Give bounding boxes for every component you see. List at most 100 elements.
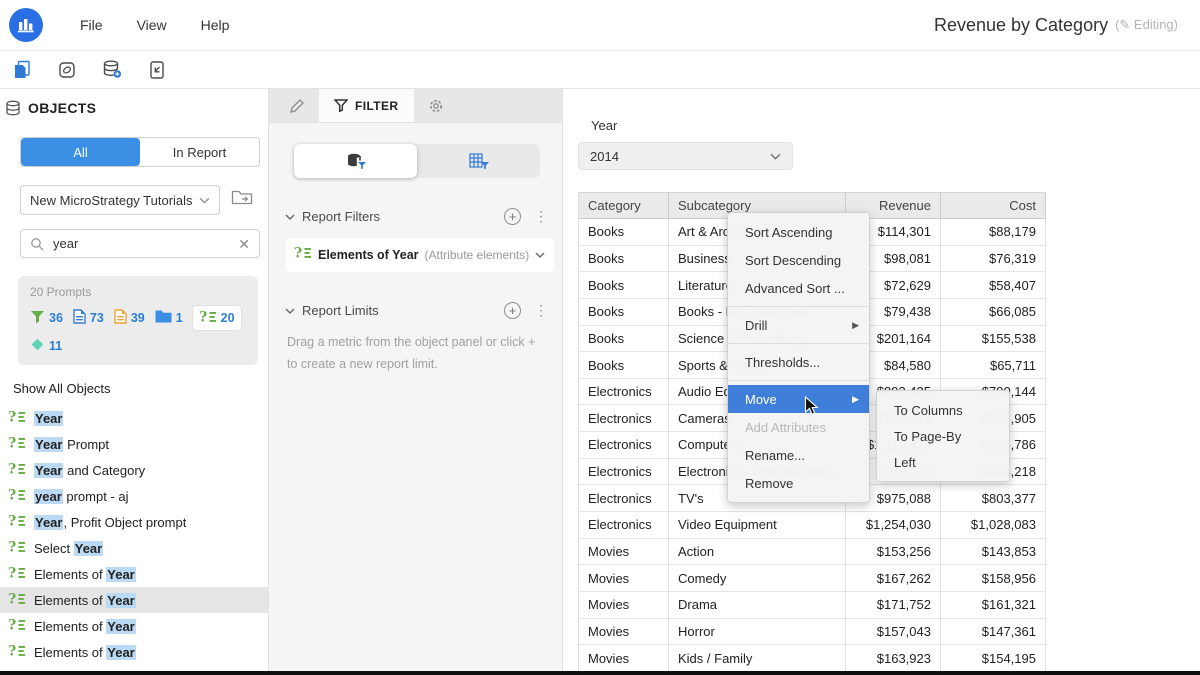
menu-item-remove[interactable]: Remove [728,469,869,497]
object-list-item[interactable]: ?Select Year [0,535,268,561]
column-header-category[interactable]: Category [579,193,669,218]
badge-report[interactable]: 73 [73,309,104,327]
cell-cost[interactable]: $66,085 [941,299,1046,325]
tab-settings[interactable] [414,89,458,122]
object-list-item[interactable]: ?Year, Profit Object prompt [0,509,268,535]
cell-category[interactable]: Electronics [579,432,669,458]
cell-category[interactable]: Electronics [579,459,669,485]
cell-category[interactable]: Movies [579,539,669,565]
cell-category[interactable]: Books [579,326,669,352]
object-list-item[interactable]: ?Year [0,405,268,431]
menu-item-sort-ascending[interactable]: Sort Ascending [728,218,869,246]
menu-item-thresholds[interactable]: Thresholds... [728,348,869,376]
submenu-item-to-columns[interactable]: To Columns [877,397,1009,423]
cell-category[interactable]: Books [579,219,669,245]
badge-filter[interactable]: 36 [30,310,63,327]
cell-subcategory[interactable]: Horror [669,619,846,645]
badge-attribute[interactable]: 11 [30,337,62,355]
cell-revenue[interactable]: $153,256 [846,539,941,565]
data-filter-toggle[interactable] [294,144,417,178]
view-filter-toggle[interactable] [417,144,540,178]
cell-cost[interactable]: $58,407 [941,272,1046,298]
objects-tab-in-report[interactable]: In Report [140,138,259,166]
cell-cost[interactable]: $76,319 [941,246,1046,272]
project-folder-dropdown[interactable]: New MicroStrategy Tutorials [20,185,220,215]
object-list-item[interactable]: ?Elements of Year [0,587,268,613]
cell-cost[interactable]: $154,195 [941,645,1046,671]
menu-item-rename[interactable]: Rename... [728,441,869,469]
cell-category[interactable]: Electronics [579,512,669,538]
send-report-icon[interactable] [146,59,168,81]
menu-file[interactable]: File [63,0,120,50]
cell-cost[interactable]: $158,956 [941,565,1046,591]
clear-search-icon[interactable]: ✕ [238,237,250,251]
collapse-chevron-icon[interactable] [285,308,295,314]
cell-subcategory[interactable]: Drama [669,592,846,618]
badge-prompt[interactable]: ?20 [193,306,241,330]
cell-category[interactable]: Electronics [579,379,669,405]
filters-more-menu-icon[interactable]: ⋮ [534,208,548,225]
cell-cost[interactable]: $147,361 [941,619,1046,645]
cell-category[interactable]: Movies [579,645,669,671]
cell-category[interactable]: Movies [579,565,669,591]
cell-cost[interactable]: $1,028,083 [941,512,1046,538]
filter-item-card[interactable]: ? Elements of Year (Attribute elements) [286,238,554,272]
badge-document[interactable]: 39 [114,309,145,327]
menu-help[interactable]: Help [184,0,247,50]
cell-cost[interactable]: $155,538 [941,326,1046,352]
limits-more-menu-icon[interactable]: ⋮ [534,302,548,319]
cell-cost[interactable]: $161,321 [941,592,1046,618]
tab-filter[interactable]: FILTER [319,89,414,122]
collapse-chevron-icon[interactable] [285,214,295,220]
search-input[interactable] [51,235,231,252]
add-filter-button[interactable]: + [504,208,521,225]
show-all-objects-link[interactable]: Show All Objects [13,381,268,396]
cell-cost[interactable]: $65,711 [941,352,1046,378]
object-list-item[interactable]: ?Elements of Year [0,561,268,587]
cell-category[interactable]: Books [579,246,669,272]
column-header-cost[interactable]: Cost [941,193,1046,218]
cell-subcategory[interactable]: Kids / Family [669,645,846,671]
menu-item-drill[interactable]: Drill▶ [728,311,869,339]
new-report-icon[interactable] [11,59,33,81]
cell-subcategory[interactable]: Video Equipment [669,512,846,538]
cell-cost[interactable]: $803,377 [941,485,1046,511]
object-list-item[interactable]: ?Elements of Year [0,613,268,639]
datasets-icon[interactable] [56,59,78,81]
menu-view[interactable]: View [120,0,184,50]
browse-folder-button[interactable] [231,188,253,212]
object-list-item[interactable]: ?Elements of Year [0,639,268,665]
cell-cost[interactable]: $143,853 [941,539,1046,565]
object-list-item[interactable]: ?year prompt - aj [0,483,268,509]
data-source-icon[interactable] [101,59,123,81]
cell-category[interactable]: Movies [579,619,669,645]
cell-revenue[interactable]: $171,752 [846,592,941,618]
object-list-item[interactable]: ?Year and Category [0,457,268,483]
cell-category[interactable]: Books [579,299,669,325]
cell-revenue[interactable]: $167,262 [846,565,941,591]
cell-revenue[interactable]: $157,043 [846,619,941,645]
cell-revenue[interactable]: $163,923 [846,645,941,671]
year-page-by-dropdown[interactable]: 2014 [578,142,793,170]
chevron-down-icon[interactable] [535,252,545,258]
cell-subcategory[interactable]: Comedy [669,565,846,591]
cell-revenue[interactable]: $1,254,030 [846,512,941,538]
add-limit-button[interactable]: + [504,302,521,319]
cell-category[interactable]: Electronics [579,405,669,431]
objects-tab-all[interactable]: All [21,138,140,166]
cell-category[interactable]: Electronics [579,485,669,511]
submenu-item-to-page-by[interactable]: To Page-By [877,423,1009,449]
app-logo-icon[interactable] [9,8,43,42]
cell-subcategory[interactable]: Action [669,539,846,565]
tab-edit[interactable] [275,89,319,122]
object-list-item[interactable]: ?Year Prompt [0,431,268,457]
cell-category[interactable]: Books [579,272,669,298]
menu-item-sort-descending[interactable]: Sort Descending [728,246,869,274]
submenu-item-left[interactable]: Left [877,449,1009,475]
cell-category[interactable]: Books [579,352,669,378]
menu-item-move[interactable]: Move▶ [728,385,869,413]
menu-item-advanced-sort[interactable]: Advanced Sort ... [728,274,869,302]
cell-cost[interactable]: $88,179 [941,219,1046,245]
badge-folder[interactable]: 1 [155,310,183,326]
cell-category[interactable]: Movies [579,592,669,618]
